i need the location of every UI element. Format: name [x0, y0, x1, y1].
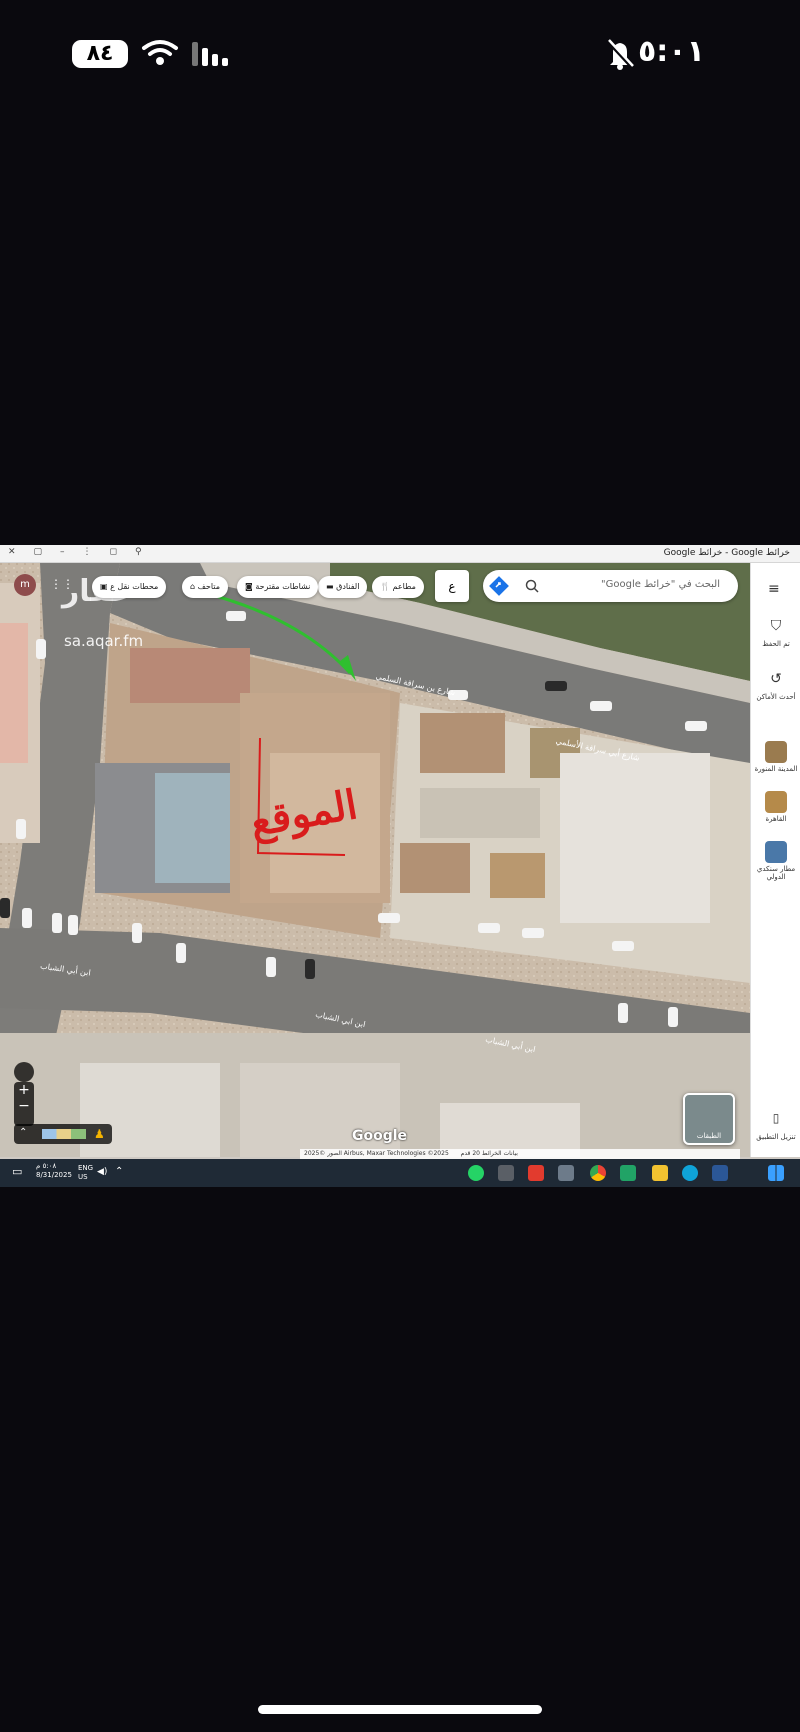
chrome-icon[interactable] [590, 1165, 606, 1181]
whatsapp-icon[interactable] [468, 1165, 484, 1181]
bell-muted-icon [606, 39, 634, 70]
app-icon[interactable] [620, 1165, 636, 1181]
app-icon[interactable] [558, 1165, 574, 1181]
language-indicator[interactable]: ENG US [78, 1164, 93, 1182]
phone-icon: ▯ [772, 1111, 780, 1125]
sidebar-item-get-app[interactable]: ▯ تنزيل التطبيق [751, 1111, 800, 1141]
history-icon: ↺ [770, 671, 782, 687]
speaker-icon[interactable]: ◀) [97, 1167, 107, 1177]
edge-icon[interactable] [682, 1165, 698, 1181]
chip-museums[interactable]: متاحف ⌂ [182, 576, 228, 598]
browser-tab-title: خرائط Google - خرائط Google [663, 548, 790, 558]
home-indicator[interactable] [258, 1705, 542, 1714]
place-thumbnail [765, 841, 787, 863]
zoom-in-button[interactable]: + [14, 1082, 34, 1098]
sidebar-item-recents[interactable]: ↺ أحدث الأماكن [751, 671, 800, 701]
sidebar-item-airport[interactable]: مطار سنكدي الدولي [751, 841, 800, 881]
file-explorer-icon[interactable] [652, 1165, 668, 1181]
chevron-up-icon[interactable]: ⌃ [19, 1127, 27, 1138]
maps-sidebar: ≡ ⛉ تم الحفظ ↺ أحدث الأماكن المدينة المن… [750, 563, 800, 1157]
taskbar-clock[interactable]: ٥:٠٨ م 8/31/2025 [36, 1162, 72, 1180]
clock: ٥:٠١ [638, 34, 705, 69]
place-thumbnail [765, 741, 787, 763]
acrobat-icon[interactable] [528, 1165, 544, 1181]
fork-knife-icon: 🍴 [380, 582, 390, 591]
chip-transit[interactable]: محطات نقل ع ▣ [92, 576, 167, 598]
zoom-out-button[interactable]: − [14, 1098, 34, 1114]
museum-icon: ⌂ [190, 582, 196, 591]
satellite-map[interactable] [0, 563, 750, 1157]
notification-icon[interactable]: ▭ [12, 1165, 22, 1178]
word-icon[interactable] [712, 1165, 728, 1181]
bookmark-icon: ⛉ [770, 618, 782, 634]
sidebar-item-cairo[interactable]: القاهرة [751, 791, 800, 823]
battery-indicator: ٨٤ [72, 40, 128, 68]
browser-title-bar: ✕▢–⋮◻⚲ خرائط Google - خرائط Google [0, 545, 800, 563]
google-logo: Google [352, 1128, 408, 1144]
locate-me-button[interactable] [14, 1062, 34, 1082]
sidebar-item-saved[interactable]: ⛉ تم الحفظ [751, 618, 800, 648]
wifi-icon [142, 40, 178, 65]
more-button[interactable]: ع [435, 570, 469, 602]
satellite-imagery [0, 563, 750, 1157]
scale-label: 20 قدم [460, 1150, 480, 1157]
chip-activities[interactable]: نشاطات مقترحة ◙ [237, 576, 319, 598]
status-bar: ٨٤ ٥:٠١ [0, 30, 800, 74]
search-bar[interactable]: البحث في "خرائط Google" [483, 570, 738, 602]
avatar[interactable]: m [14, 574, 36, 596]
street-view-bar[interactable]: ⌃ ♟ [14, 1124, 112, 1144]
windows-start-icon[interactable] [768, 1165, 784, 1181]
search-icon[interactable] [525, 579, 539, 593]
chip-restaurants[interactable]: مطاعم 🍴 [372, 576, 424, 598]
apps-grid-icon[interactable]: ⋮⋮ [50, 577, 74, 591]
app-icon[interactable] [498, 1165, 514, 1181]
cellular-signal-icon [192, 42, 228, 66]
search-input[interactable]: البحث في "خرائط Google" [601, 579, 720, 590]
bed-icon: ▬ [326, 582, 334, 591]
chevron-up-icon[interactable]: ⌃ [115, 1166, 123, 1177]
chip-hotels[interactable]: الفنادق ▬ [318, 576, 368, 598]
windows-taskbar: ▭ ٥:٠٨ م 8/31/2025 ENG US ◀) ⌃ [0, 1159, 800, 1187]
camera-icon: ◙ [245, 582, 253, 591]
sidebar-item-medina[interactable]: المدينة المنورة [751, 741, 800, 773]
watermark-url: sa.aqar.fm [64, 632, 144, 650]
directions-icon[interactable] [489, 576, 509, 596]
imagery-thumbs [42, 1129, 86, 1139]
window-controls: ✕▢–⋮◻⚲ [8, 547, 160, 557]
pegman-icon[interactable]: ♟ [94, 1127, 105, 1141]
zoom-controls: + − [14, 1082, 34, 1126]
hamburger-menu-icon[interactable]: ≡ [768, 581, 780, 597]
map-attribution: الصور ©2025 Airbus, Maxar Technologies ©… [300, 1149, 740, 1159]
layers-button[interactable]: الطبقات [683, 1093, 735, 1145]
bus-icon: ▣ [100, 582, 108, 591]
phone-screen: ٨٤ ٥:٠١ ✕▢–⋮◻⚲ خرائط Google - خرائط Goog… [0, 0, 800, 1732]
place-thumbnail [765, 791, 787, 813]
